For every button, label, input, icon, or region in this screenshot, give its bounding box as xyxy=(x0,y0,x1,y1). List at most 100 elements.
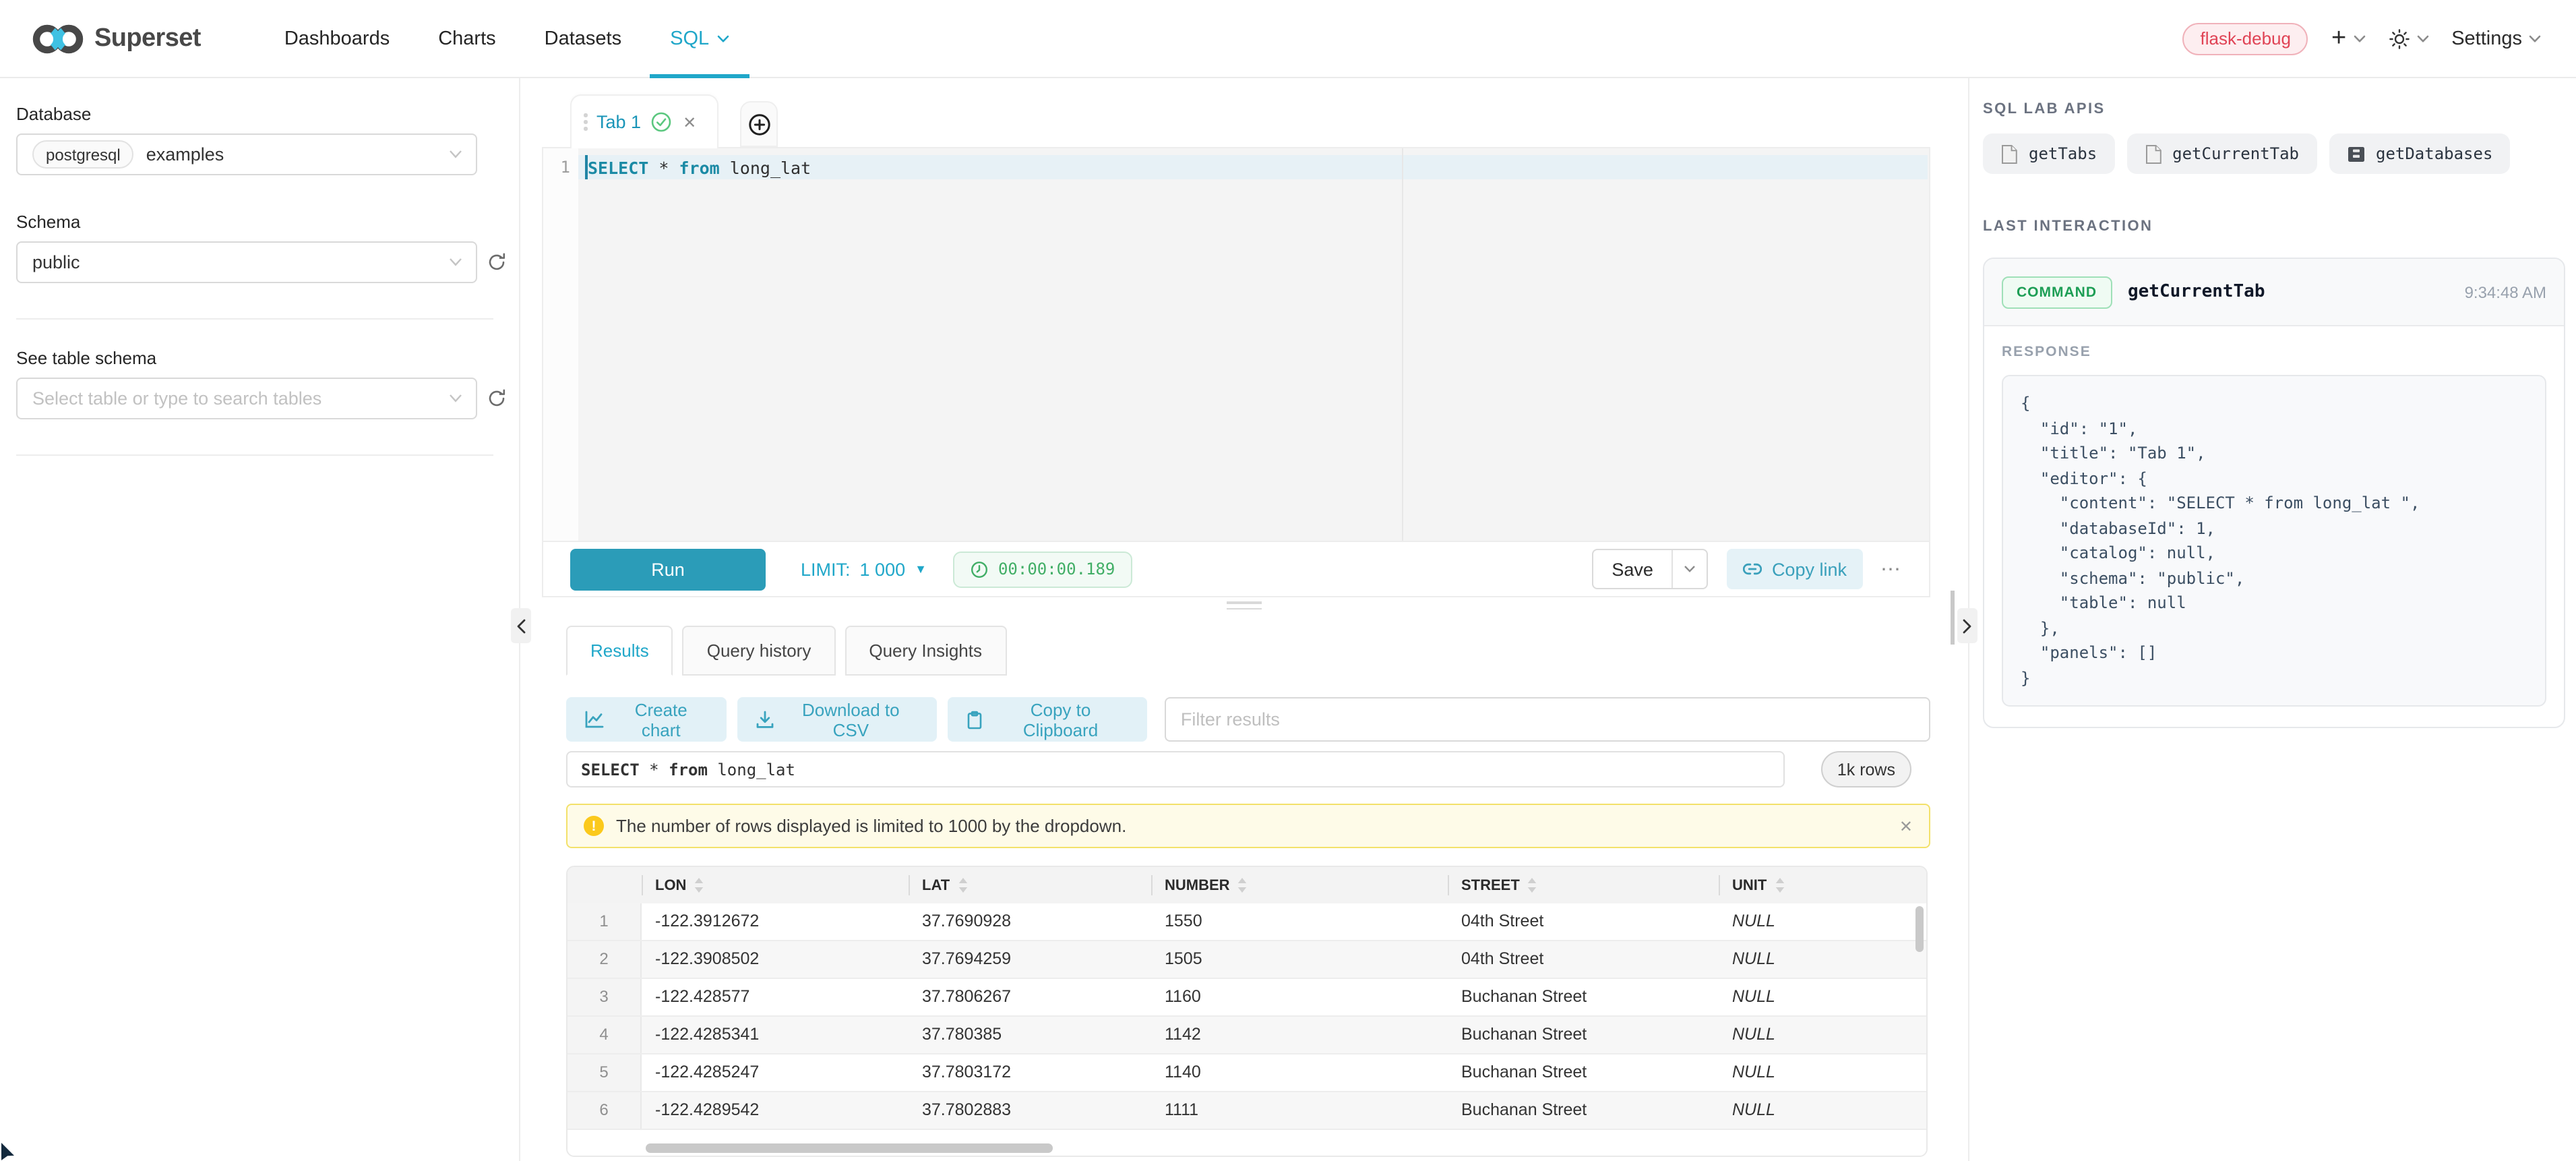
download-to-csv-button[interactable]: Download to CSV xyxy=(737,697,936,742)
save-button[interactable]: Save xyxy=(1593,550,1672,588)
horizontal-scrollbar[interactable] xyxy=(568,1141,1926,1157)
chevron-left-icon xyxy=(516,618,526,633)
scrollbar-thumb[interactable] xyxy=(1951,591,1955,645)
add-tab-button[interactable] xyxy=(740,101,778,147)
tab-results[interactable]: Results xyxy=(566,626,673,676)
column-header-unit[interactable]: UNIT xyxy=(1719,867,1926,903)
superset-logo-icon xyxy=(32,21,84,56)
filter-results-input[interactable] xyxy=(1165,697,1930,742)
sidebar-divider xyxy=(16,318,493,320)
copy-to-clipboard-button[interactable]: Copy to Clipboard xyxy=(947,697,1147,742)
more-options-button[interactable]: ⋯ xyxy=(1880,557,1902,581)
panel-resize-handle[interactable] xyxy=(1227,601,1262,614)
table-cell: -122.4285341 xyxy=(642,1017,909,1053)
column-header-lat[interactable]: LAT xyxy=(909,867,1151,903)
table-cell: 1111 xyxy=(1151,1092,1448,1129)
sql-editor[interactable]: 1 SELECT * from long_lat Run LIMIT: 1 00… xyxy=(542,147,1930,597)
table-row: 2-122.390850237.7694259150504th StreetNU… xyxy=(568,941,1926,979)
table-cell: 1505 xyxy=(1151,941,1448,978)
sun-icon xyxy=(2388,28,2410,49)
copy-link-button[interactable]: Copy link xyxy=(1727,549,1863,589)
close-warning-icon[interactable]: ✕ xyxy=(1899,816,1913,835)
row-number: 1 xyxy=(568,903,642,940)
superset-logo[interactable]: Superset xyxy=(32,21,201,56)
settings-menu[interactable]: Settings xyxy=(2451,28,2541,49)
column-header-number[interactable]: NUMBER xyxy=(1151,867,1448,903)
tab-query-insights[interactable]: Query Insights xyxy=(845,626,1006,676)
command-badge: COMMAND xyxy=(2002,276,2112,308)
horizontal-scrollbar-thumb[interactable] xyxy=(646,1143,1053,1153)
results-actions: Create chartDownload to CSVCopy to Clipb… xyxy=(566,697,1930,742)
link-icon xyxy=(1744,560,1762,578)
refresh-schemas-button[interactable] xyxy=(487,252,507,272)
table-select[interactable]: Select table or type to search tables xyxy=(16,378,477,419)
getDatabases-button[interactable]: getDatabases xyxy=(2329,133,2510,174)
settings-label: Settings xyxy=(2451,28,2522,49)
table-cell: 1142 xyxy=(1151,1017,1448,1053)
table-cell: Buchanan Street xyxy=(1448,1017,1719,1053)
new-dropdown[interactable]: + xyxy=(2331,26,2365,51)
database-value: examples xyxy=(146,144,224,165)
table-cell: -122.4289542 xyxy=(642,1092,909,1129)
sort-icon[interactable] xyxy=(1528,878,1537,893)
sidebar: Database postgresql examples Schema publ… xyxy=(0,78,520,1161)
mouse-cursor xyxy=(0,1139,19,1161)
table-select-placeholder: Select table or type to search tables xyxy=(32,388,321,409)
getCurrentTab-button[interactable]: getCurrentTab xyxy=(2126,133,2317,174)
nav-item-dashboards[interactable]: Dashboards xyxy=(260,0,414,78)
table-cell: 37.7806267 xyxy=(909,979,1151,1015)
table-cell: Buchanan Street xyxy=(1448,1092,1719,1129)
collapse-sidebar-button[interactable] xyxy=(511,608,531,643)
nav-item-charts[interactable]: Charts xyxy=(414,0,520,78)
table-row: 3-122.42857737.78062671160Buchanan Stree… xyxy=(568,979,1926,1017)
nav-item-sql[interactable]: SQL xyxy=(646,0,754,78)
vertical-scrollbar-thumb[interactable] xyxy=(1915,906,1924,952)
limit-value: 1 000 xyxy=(860,559,906,579)
row-count-badge: 1k rows xyxy=(1821,751,1911,787)
main-nav: DashboardsChartsDatasetsSQL xyxy=(260,0,754,78)
sort-icon[interactable] xyxy=(694,878,704,893)
schema-select[interactable]: public xyxy=(16,241,477,283)
row-number: 4 xyxy=(568,1017,642,1053)
nav-item-datasets[interactable]: Datasets xyxy=(520,0,646,78)
expand-panel-button[interactable] xyxy=(1957,608,1977,643)
chevron-right-icon xyxy=(1963,618,1972,633)
save-split-button: Save xyxy=(1591,549,1709,589)
table-cell: 37.7690928 xyxy=(909,903,1151,940)
getTabs-button[interactable]: getTabs xyxy=(1983,133,2114,174)
column-header-street[interactable]: STREET xyxy=(1448,867,1719,903)
create-chart-button[interactable]: Create chart xyxy=(566,697,726,742)
table-cell: -122.428577 xyxy=(642,979,909,1015)
command-name: getCurrentTab xyxy=(2128,282,2265,302)
database-select[interactable]: postgresql examples xyxy=(16,133,477,175)
editor-tab-1[interactable]: Tab 1 ✕ xyxy=(570,94,718,148)
table-cell: -122.3908502 xyxy=(642,941,909,978)
query-preview: SELECT * from long_lat xyxy=(566,751,1785,787)
tab-query-history[interactable]: Query history xyxy=(683,626,836,676)
column-header-lon[interactable]: LON xyxy=(642,867,909,903)
sort-icon[interactable] xyxy=(958,878,967,893)
run-button[interactable]: Run xyxy=(570,548,766,590)
refresh-icon xyxy=(487,388,507,409)
table-body: 1-122.391267237.7690928155004th StreetNU… xyxy=(568,903,1926,1130)
interaction-card-body: RESPONSE { "id": "1", "title": "Tab 1", … xyxy=(1984,326,2564,727)
apis-panel-title: SQL LAB APIS xyxy=(1983,101,2564,117)
limit-dropdown[interactable]: LIMIT: 1 000 ▼ xyxy=(801,559,927,579)
theme-dropdown[interactable] xyxy=(2388,28,2428,49)
close-tab-icon[interactable]: ✕ xyxy=(683,113,696,131)
drag-handle-icon[interactable] xyxy=(584,114,587,131)
app-header: Superset DashboardsChartsDatasetsSQL fla… xyxy=(0,0,2576,78)
text-cursor xyxy=(585,155,587,179)
refresh-tables-button[interactable] xyxy=(487,388,507,409)
header-right: flask-debug + Settings xyxy=(2183,22,2541,55)
sort-icon[interactable] xyxy=(1238,878,1248,893)
query-preview-text: SELECT * from long_lat xyxy=(581,760,795,779)
sql-code: SELECT * from long_lat xyxy=(588,158,811,178)
table-cell: 37.7803172 xyxy=(909,1054,1151,1091)
table-schema-label: See table schema xyxy=(16,348,508,368)
editor-tab-title: Tab 1 xyxy=(596,112,641,132)
elapsed-timer: 00:00:00.189 xyxy=(954,551,1132,587)
save-options-caret[interactable] xyxy=(1672,550,1707,588)
sort-icon[interactable] xyxy=(1775,878,1784,893)
chevron-down-icon xyxy=(717,34,729,42)
